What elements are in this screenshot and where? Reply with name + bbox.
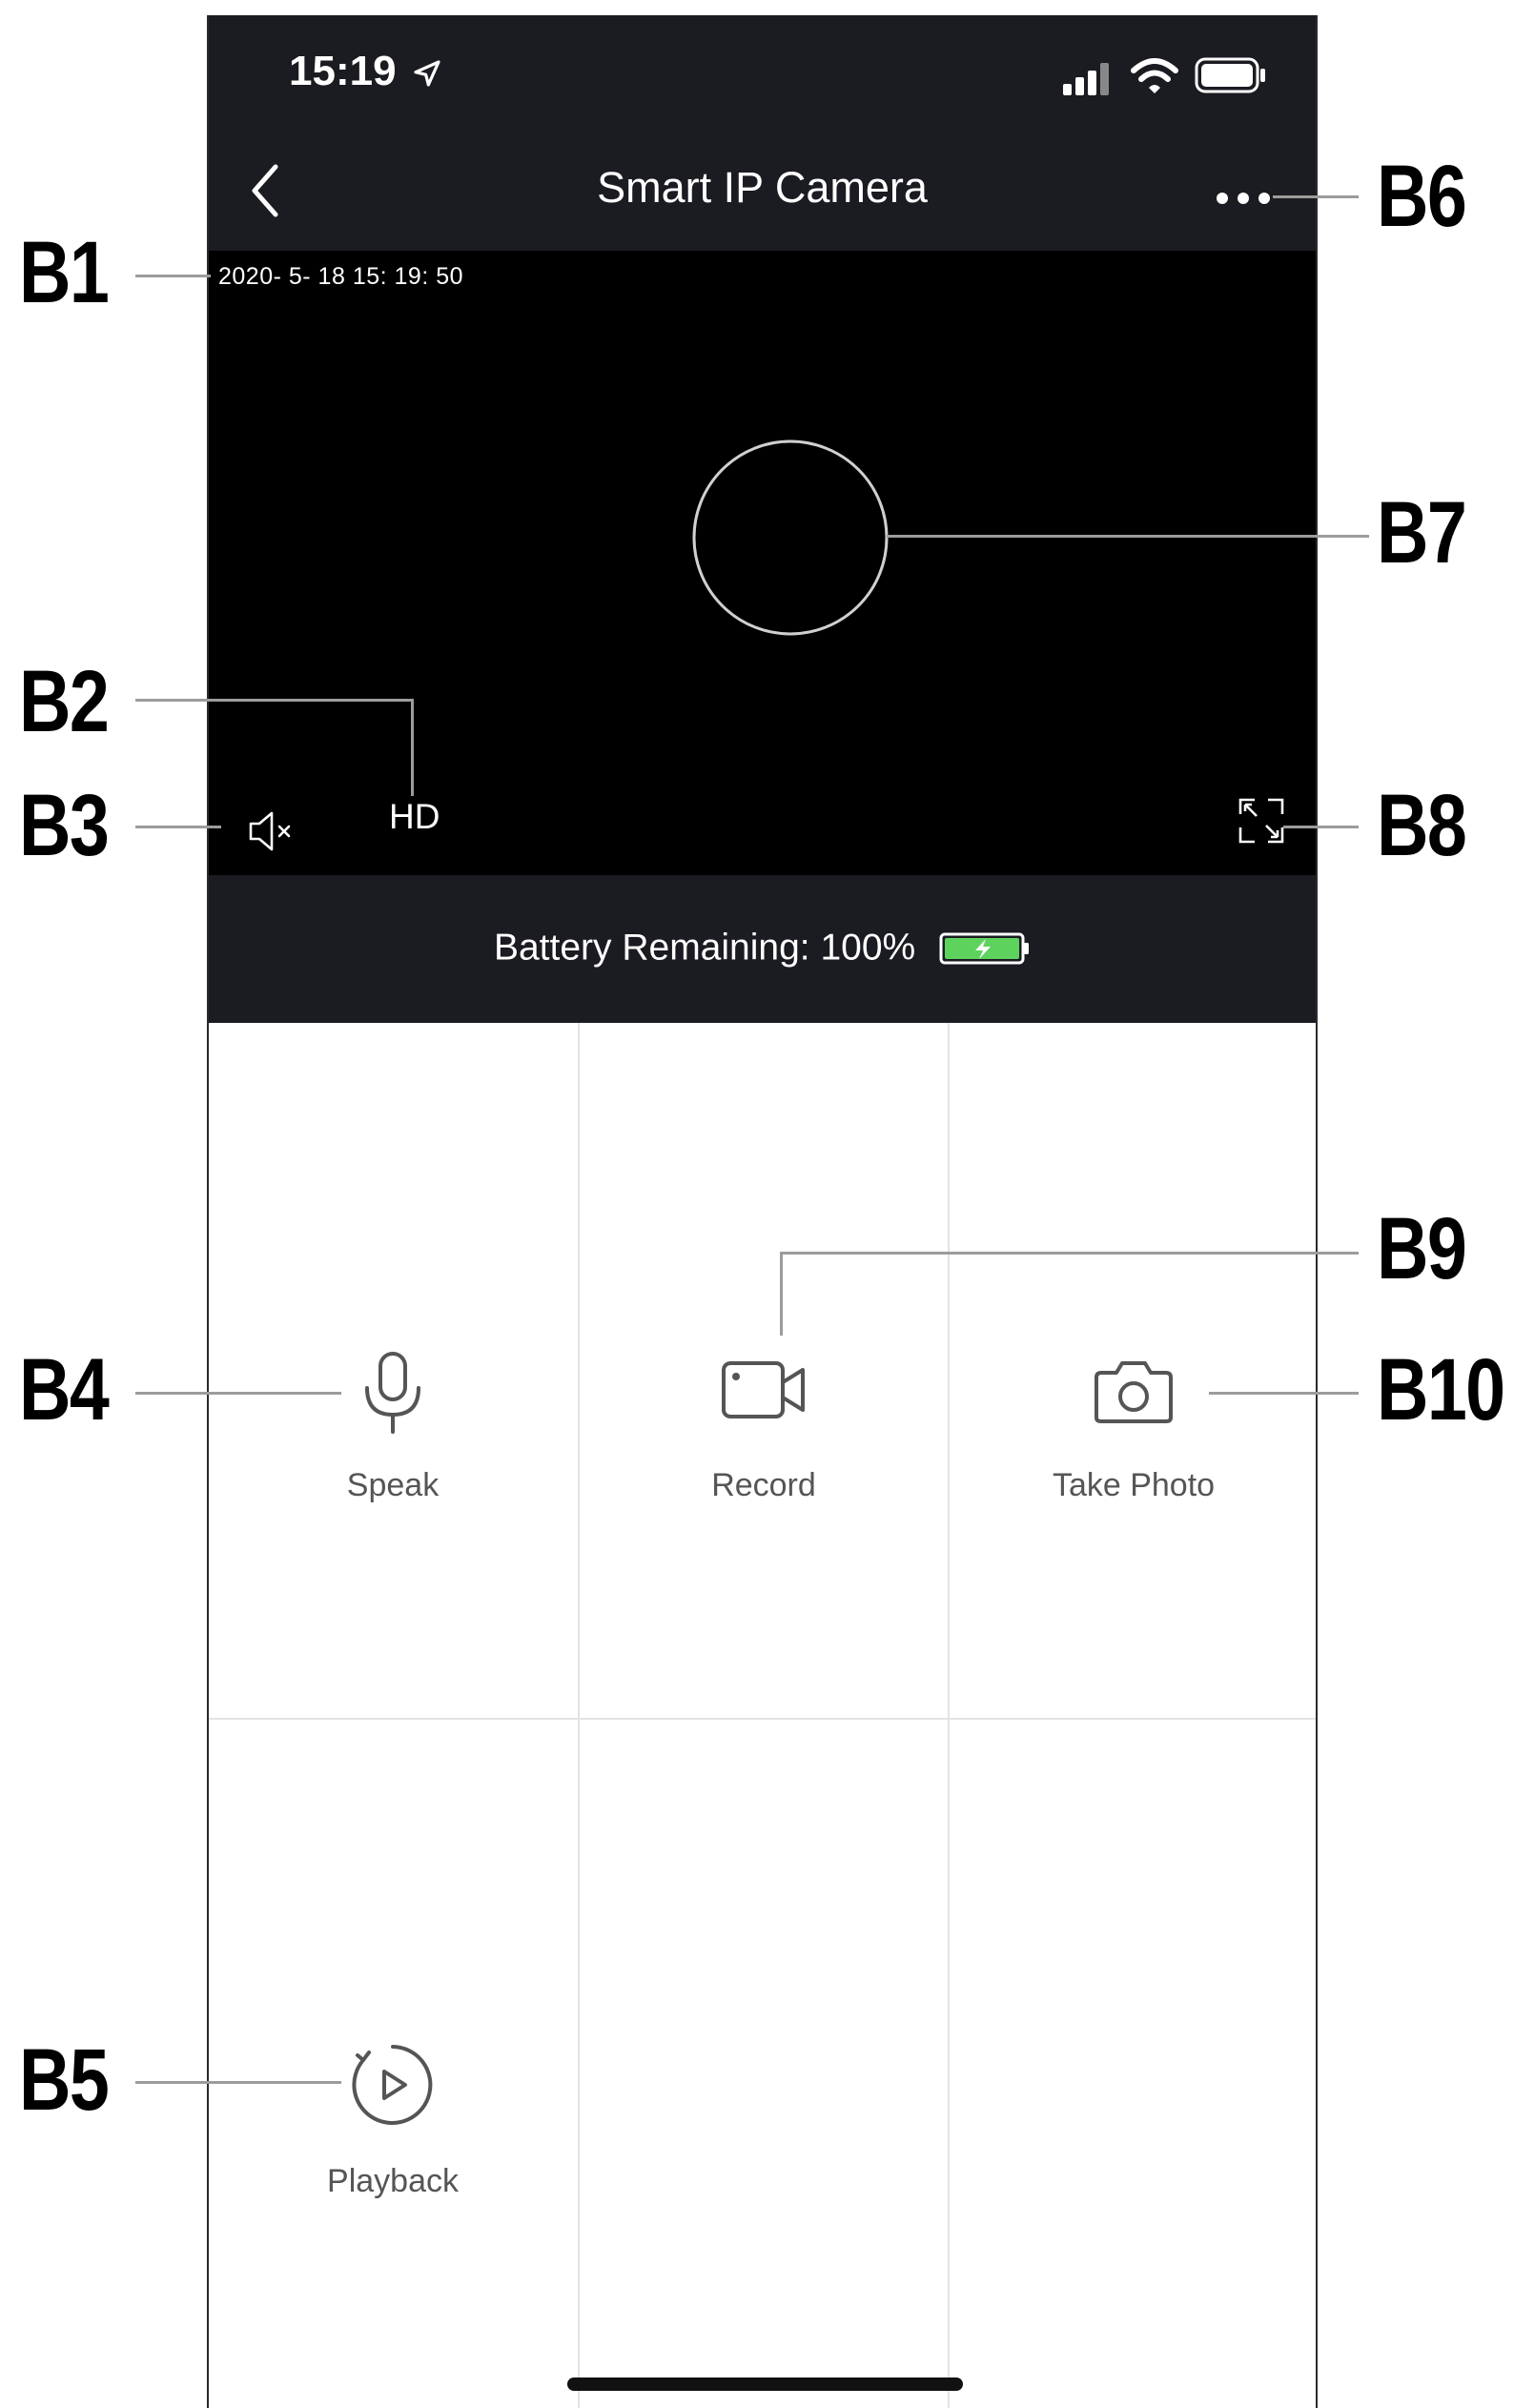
status-time: 15:19 (289, 48, 442, 95)
battery-status-text: Battery Remaining: 100% (493, 927, 916, 969)
status-battery-icon (1195, 57, 1265, 93)
video-camera-icon (722, 1361, 805, 1418)
hd-toggle[interactable]: HD (389, 797, 440, 837)
playback-icon (352, 2045, 433, 2125)
status-time-text: 15:19 (289, 48, 397, 94)
leader-line-b9 (780, 1252, 783, 1336)
phone-screen: 15:19 Smart IP Camera 2020- 5- 18 15: 19… (207, 15, 1318, 2408)
callout-b6: B6 (1377, 148, 1467, 245)
location-arrow-icon (414, 60, 440, 87)
callout-b9: B9 (1377, 1200, 1467, 1297)
leader-line-b6 (1273, 195, 1359, 198)
leader-line-b2 (135, 699, 414, 702)
video-focus-circle[interactable] (690, 438, 890, 638)
leader-line-b3 (135, 826, 221, 828)
microphone-icon (365, 1352, 420, 1434)
leader-line-b10 (1209, 1392, 1359, 1395)
fullscreen-icon[interactable] (1238, 797, 1285, 845)
top-bar: 15:19 Smart IP Camera (209, 15, 1316, 251)
speak-button[interactable]: Speak (209, 1023, 577, 1718)
callout-b4: B4 (19, 1341, 110, 1439)
video-timestamp: 2020- 5- 18 15: 19: 50 (218, 263, 464, 290)
callout-b5: B5 (19, 2031, 110, 2129)
callout-b7: B7 (1377, 484, 1467, 582)
camera-icon (1095, 1361, 1173, 1423)
battery-charging-icon (939, 932, 1030, 965)
leader-line-b5 (135, 2081, 341, 2084)
leader-line-b4 (135, 1392, 341, 1395)
battery-status: Battery Remaining: 100% (209, 926, 1316, 969)
callout-b3: B3 (19, 777, 110, 874)
record-button[interactable]: Record (580, 1023, 948, 1718)
playback-button[interactable]: Playback (209, 1720, 577, 2408)
callout-b1: B1 (19, 224, 110, 321)
take-photo-label: Take Photo (1052, 1467, 1216, 1503)
signal-icon (1063, 63, 1109, 95)
leader-line-b9 (780, 1252, 1359, 1255)
callout-b10: B10 (1377, 1341, 1505, 1439)
speak-label: Speak (346, 1467, 440, 1503)
leader-line-b7 (887, 535, 1369, 538)
take-photo-button[interactable]: Take Photo (950, 1023, 1316, 1718)
mute-icon[interactable] (247, 809, 297, 853)
playback-label: Playback (327, 2163, 459, 2199)
more-options-icon[interactable] (1215, 191, 1272, 206)
callout-b8: B8 (1377, 777, 1467, 874)
record-label: Record (711, 1467, 816, 1503)
home-indicator (567, 2377, 963, 2391)
wifi-icon (1131, 58, 1178, 93)
leader-line-b8 (1283, 826, 1359, 828)
leader-line-b2 (411, 699, 414, 796)
callout-b2: B2 (19, 653, 110, 750)
page-title: Smart IP Camera (597, 163, 928, 212)
leader-line-b1 (135, 275, 211, 277)
